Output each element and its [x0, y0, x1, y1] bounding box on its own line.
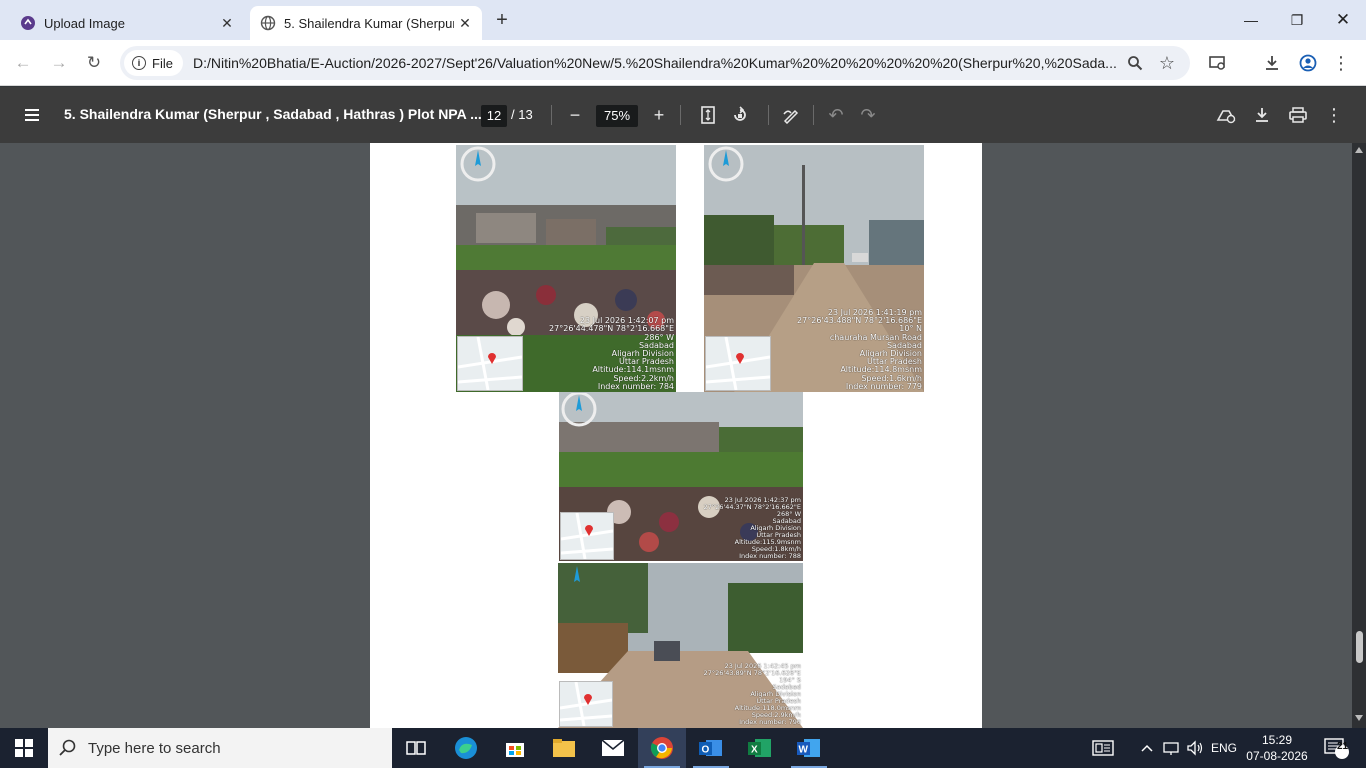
reload-button[interactable]: ↻: [79, 48, 109, 78]
svg-text:O: O: [702, 745, 710, 756]
pdf-toolbar: 5. Shailendra Kumar (Sherpur , Sadabad ,…: [0, 87, 1366, 143]
notifications-icon[interactable]: 21: [1316, 728, 1356, 768]
geotag-stamp: 23 Jul 2026 1:42:45 pm 27°26'43.89"N 78°2…: [703, 662, 801, 726]
network-icon[interactable]: [1160, 728, 1182, 768]
chip-label: File: [152, 55, 173, 71]
rotate-icon[interactable]: [728, 103, 752, 127]
divider: [768, 105, 769, 125]
search-icon: [48, 739, 88, 757]
page-total: / 13: [511, 107, 533, 122]
excel-icon[interactable]: X: [736, 728, 784, 768]
hamburger-menu-icon[interactable]: [20, 103, 44, 127]
edge-browser-icon[interactable]: [442, 728, 490, 768]
print-icon[interactable]: [1286, 103, 1310, 127]
scroll-thumb[interactable]: [1356, 631, 1363, 663]
geotag-stamp: 23 Jul 2026 1:42:07 pm 27°26'44.478"N 78°…: [549, 316, 674, 391]
news-widget-icon[interactable]: [1086, 728, 1120, 768]
divider: [680, 105, 681, 125]
svg-text:X: X: [751, 745, 758, 756]
mail-icon[interactable]: [589, 728, 637, 768]
minimize-button[interactable]: —: [1228, 0, 1274, 40]
forward-button[interactable]: →: [44, 48, 74, 78]
location-minimap: [560, 512, 614, 560]
url-text[interactable]: D:/Nitin%20Bhatia/E-Auction/2026-2027/Se…: [193, 55, 1123, 71]
back-button[interactable]: ←: [8, 48, 38, 78]
download-icon[interactable]: [1250, 103, 1274, 127]
tab-strip: Upload Image ✕ 5. Shailendra Kumar (Sher…: [0, 0, 1366, 40]
compass-icon: [457, 146, 497, 182]
svg-text:W: W: [799, 745, 809, 756]
new-tab-button[interactable]: +: [490, 8, 514, 32]
upload-app-icon: [20, 15, 36, 31]
outlook-icon[interactable]: O: [687, 728, 735, 768]
location-minimap: [705, 336, 771, 391]
scroll-down-arrow[interactable]: [1355, 715, 1363, 721]
zoom-level-input[interactable]: 75%: [596, 105, 638, 127]
windows-start-icon[interactable]: [0, 728, 48, 768]
tab-pdf-document[interactable]: 5. Shailendra Kumar (Sherpur ✕: [250, 6, 482, 40]
annotate-pen-icon[interactable]: [779, 103, 803, 127]
pdf-page: 23 Jul 2026 1:42:07 pm 27°26'44.478"N 78°…: [370, 143, 982, 728]
drive-save-icon[interactable]: [1214, 103, 1238, 127]
menu-kebab-icon[interactable]: ⋮: [1326, 48, 1356, 78]
compass-icon: [560, 393, 600, 429]
more-options-icon[interactable]: ⋮: [1322, 103, 1346, 127]
vertical-scrollbar[interactable]: [1352, 143, 1366, 728]
profile-icon[interactable]: [1293, 48, 1323, 78]
site-photo-3: 23 Jul 2026 1:42:37 pm 27°26'44.37"N 78°2…: [559, 392, 803, 561]
address-bar[interactable]: i File D:/Nitin%20Bhatia/E-Auction/2026-…: [120, 46, 1190, 80]
globe-icon: [260, 15, 276, 31]
document-title: 5. Shailendra Kumar (Sherpur , Sadabad ,…: [64, 106, 482, 122]
file-explorer-icon[interactable]: [540, 728, 588, 768]
store-icon[interactable]: [491, 728, 539, 768]
close-icon[interactable]: ✕: [216, 12, 238, 34]
chevron-up-icon[interactable]: [1138, 728, 1156, 768]
compass-icon: [705, 146, 745, 182]
undo-icon[interactable]: ↶: [824, 103, 848, 127]
tab-upload-image[interactable]: Upload Image ✕: [8, 6, 244, 40]
cast-icon[interactable]: [1203, 48, 1233, 78]
volume-icon[interactable]: [1184, 728, 1206, 768]
site-info-chip[interactable]: i File: [124, 50, 183, 76]
compass-icon: [559, 564, 599, 600]
bookmark-star-icon[interactable]: ☆: [1156, 52, 1178, 74]
fit-page-icon[interactable]: [696, 103, 720, 127]
location-minimap: [457, 336, 523, 391]
site-photo-4: 23 Jul 2026 1:42:45 pm 27°26'43.89"N 78°2…: [558, 563, 803, 728]
divider: [813, 105, 814, 125]
close-window-button[interactable]: ✕: [1320, 0, 1366, 40]
zoom-in-button[interactable]: +: [647, 103, 671, 127]
word-icon[interactable]: W: [785, 728, 833, 768]
download-icon[interactable]: [1257, 48, 1287, 78]
language-indicator[interactable]: ENG: [1208, 728, 1240, 768]
zoom-icon[interactable]: [1124, 52, 1146, 74]
taskbar-search-box[interactable]: Type here to search: [48, 728, 392, 768]
notification-count: 21: [1337, 741, 1349, 752]
system-clock[interactable]: 15:29 07-08-2026: [1244, 732, 1310, 764]
chrome-icon[interactable]: [638, 728, 686, 768]
site-photo-2: 23 Jul 2026 1:41:19 pm 27°26'43.488"N 78°…: [704, 145, 924, 392]
clock-time: 15:29: [1261, 733, 1293, 747]
task-view-icon[interactable]: [392, 728, 440, 768]
restore-button[interactable]: ❐: [1274, 0, 1320, 40]
pdf-viewer: 23 Jul 2026 1:42:07 pm 27°26'44.478"N 78°…: [0, 143, 1366, 728]
clock-date: 07-08-2026: [1246, 749, 1308, 763]
page-number-input[interactable]: 12: [481, 105, 507, 127]
geotag-stamp: 23 Jul 2026 1:42:37 pm 27°26'44.37"N 78°2…: [703, 496, 801, 560]
geotag-stamp: 23 Jul 2026 1:41:19 pm 27°26'43.488"N 78°…: [797, 307, 922, 391]
location-minimap: [559, 681, 613, 727]
scroll-up-arrow[interactable]: [1355, 147, 1363, 153]
redo-icon[interactable]: ↷: [856, 103, 880, 127]
search-placeholder: Type here to search: [88, 739, 221, 757]
zoom-out-button[interactable]: −: [563, 103, 587, 127]
tab-title: 5. Shailendra Kumar (Sherpur: [284, 15, 454, 31]
info-icon: i: [132, 56, 146, 70]
close-icon[interactable]: ✕: [454, 12, 476, 34]
windows-taskbar: Type here to search O X W ENG 15:29 07-0…: [0, 728, 1366, 768]
browser-toolbar: ← → ↻ i File D:/Nitin%20Bhatia/E-Auction…: [0, 40, 1366, 86]
tab-title: Upload Image: [44, 15, 125, 31]
divider: [551, 105, 552, 125]
site-photo-1: 23 Jul 2026 1:42:07 pm 27°26'44.478"N 78°…: [456, 145, 676, 392]
